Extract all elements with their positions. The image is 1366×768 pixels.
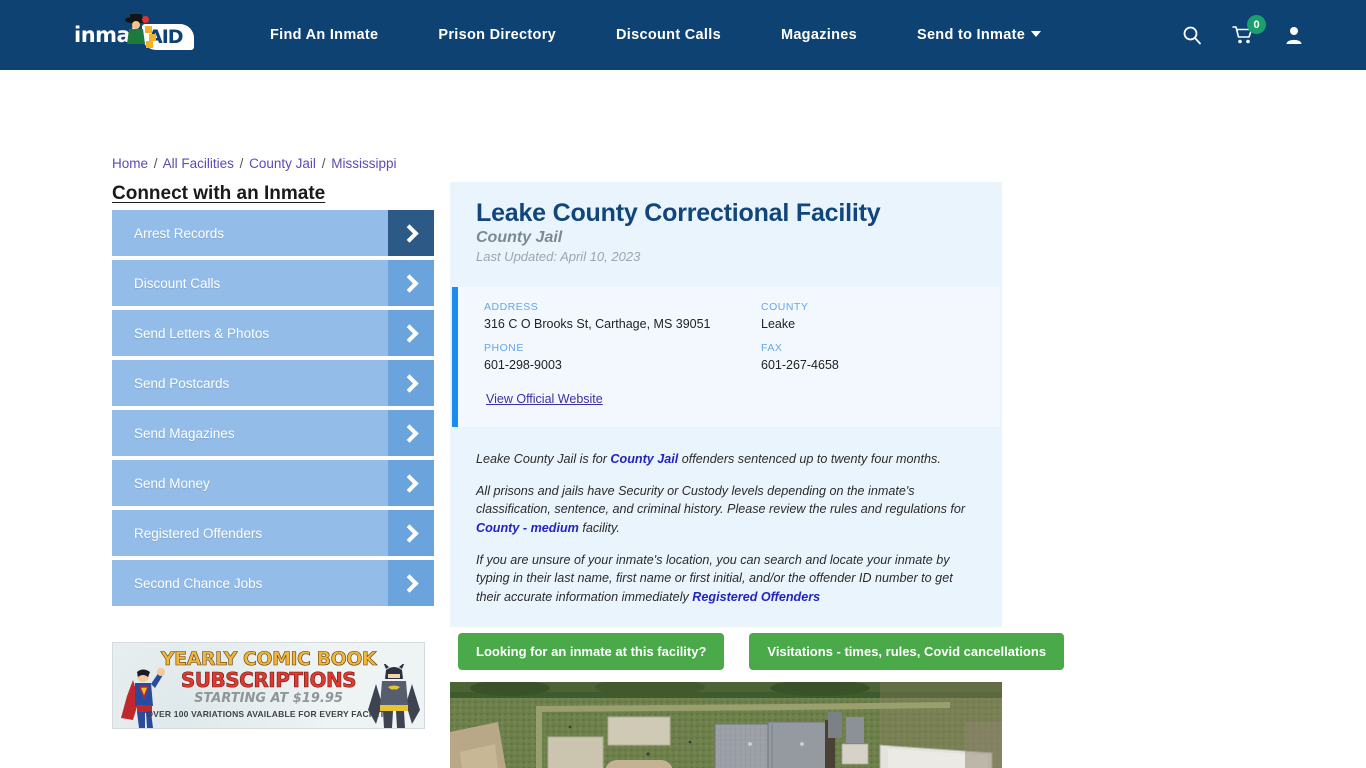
breadcrumb-item-county-jail[interactable]: County Jail: [249, 156, 316, 171]
sidebar-item-label: Discount Calls: [134, 275, 221, 291]
nav-item-send-to-inmate[interactable]: Send to Inmate: [887, 27, 1071, 43]
last-updated-text: Last Updated: April 10, 2023: [476, 249, 641, 264]
breadcrumb-separator: /: [239, 156, 244, 171]
phone-label: PHONE: [484, 342, 524, 354]
county-value: Leake: [761, 317, 796, 331]
breadcrumb-item-mississippi[interactable]: Mississippi: [331, 156, 396, 171]
fax-label: FAX: [761, 342, 783, 354]
nav-item-find-an-inmate[interactable]: Find An Inmate: [240, 27, 408, 43]
user-account-icon[interactable]: [1284, 25, 1304, 45]
comic-book-subscription-ad[interactable]: YEARLY COMIC BOOK SUBSCRIPTIONS STARTING…: [112, 642, 425, 729]
cta-button-row: Looking for an inmate at this facility? …: [458, 633, 1065, 670]
sidebar-item-second-chance-jobs[interactable]: Second Chance Jobs: [112, 560, 434, 606]
county-jail-link[interactable]: County Jail: [610, 452, 678, 466]
phone-value: 601-298-9003: [484, 358, 562, 372]
address-field: ADDRESS 316 C O Brooks St, Carthage, MS …: [484, 301, 711, 331]
facility-description: Leake County Jail is for County Jail off…: [476, 450, 976, 619]
sidebar-item-send-letters-photos[interactable]: Send Letters & Photos: [112, 310, 434, 356]
fax-field: FAX 601-267-4658: [761, 342, 839, 372]
facility-contact-block: ADDRESS 316 C O Brooks St, Carthage, MS …: [452, 287, 1000, 427]
find-inmate-button[interactable]: Looking for an inmate at this facility?: [458, 633, 725, 670]
p1-text-a: Leake County Jail is for: [476, 452, 611, 466]
nav-item-prison-directory[interactable]: Prison Directory: [408, 27, 586, 43]
cart-count-badge: 0: [1247, 15, 1266, 34]
county-medium-link[interactable]: County - medium: [476, 521, 579, 535]
nav-item-discount-calls[interactable]: Discount Calls: [586, 27, 751, 43]
sidebar-item-discount-calls[interactable]: Discount Calls: [112, 260, 434, 306]
facility-aerial-photo: [450, 682, 1002, 768]
sidebar-item-label: Registered Offenders: [134, 525, 263, 541]
nav-label: Prison Directory: [438, 27, 557, 43]
county-field: COUNTY Leake: [761, 301, 808, 331]
chevron-right-icon: [388, 360, 434, 406]
sidebar-item-registered-offenders[interactable]: Registered Offenders: [112, 510, 434, 556]
sidebar-item-label: Send Money: [134, 475, 210, 491]
address-label: ADDRESS: [484, 301, 539, 313]
mascot-figure-icon: [125, 14, 156, 48]
nav-item-magazines[interactable]: Magazines: [751, 27, 887, 43]
chevron-right-icon: [388, 560, 434, 606]
sidebar-item-send-magazines[interactable]: Send Magazines: [112, 410, 434, 456]
sidebar-item-label: Send Postcards: [134, 375, 230, 391]
breadcrumb-separator: /: [153, 156, 158, 171]
address-value: 316 C O Brooks St, Carthage, MS 39051: [484, 317, 711, 331]
chevron-right-icon: [388, 310, 434, 356]
site-logo[interactable]: inmate AID: [74, 14, 196, 56]
county-label: COUNTY: [761, 301, 809, 313]
chevron-right-icon: [388, 460, 434, 506]
fax-value: 601-267-4658: [761, 358, 839, 372]
facility-type: County Jail: [476, 229, 563, 246]
description-paragraph-1: Leake County Jail is for County Jail off…: [476, 450, 976, 469]
page-title: Leake County Correctional Facility: [476, 199, 881, 227]
sidebar-item-arrest-records[interactable]: Arrest Records: [112, 210, 434, 256]
chevron-right-icon: [388, 510, 434, 556]
search-icon[interactable]: [1182, 25, 1202, 45]
chevron-right-icon: [388, 210, 434, 256]
page-body: Home / All Facilities / County Jail / Mi…: [0, 70, 1366, 768]
p2-text-b: facility.: [578, 520, 620, 535]
visitations-button[interactable]: Visitations - times, rules, Covid cancel…: [749, 633, 1065, 670]
site-header: inmate AID Find An Inmate Prison Directo…: [0, 0, 1366, 70]
description-paragraph-3: If you are unsure of your inmate's locat…: [476, 551, 976, 607]
nav-label: Send to Inmate: [916, 27, 1026, 43]
sidebar-item-label: Send Magazines: [134, 425, 235, 441]
p2-text-a: All prisons and jails have Security or C…: [476, 483, 966, 517]
sidebar-item-label: Arrest Records: [134, 225, 225, 241]
chevron-right-icon: [388, 260, 434, 306]
breadcrumb-item-home[interactable]: Home: [112, 156, 148, 171]
breadcrumb: Home / All Facilities / County Jail / Mi…: [112, 156, 396, 171]
breadcrumb-item-all-facilities[interactable]: All Facilities: [163, 156, 234, 171]
nav-label: Discount Calls: [616, 27, 721, 43]
header-actions: 0: [1182, 0, 1304, 70]
nav-label: Magazines: [780, 27, 857, 43]
registered-offenders-link[interactable]: Registered Offenders: [692, 590, 820, 604]
sidebar-item-label: Send Letters & Photos: [134, 325, 270, 341]
sidebar-item-label: Second Chance Jobs: [134, 575, 263, 591]
sidebar-menu: Arrest Records Discount Calls Send Lette…: [112, 210, 434, 610]
phone-field: PHONE 601-298-9003: [484, 342, 562, 372]
sidebar-item-send-postcards[interactable]: Send Postcards: [112, 360, 434, 406]
view-official-website-link[interactable]: View Official Website: [486, 392, 603, 406]
nav-label: Find An Inmate: [270, 27, 379, 43]
description-paragraph-2: All prisons and jails have Security or C…: [476, 482, 976, 538]
batman-figure-icon: [368, 664, 420, 728]
chevron-down-icon: [1031, 31, 1042, 37]
shopping-cart-icon[interactable]: 0: [1232, 15, 1266, 45]
breadcrumb-separator: /: [321, 156, 326, 171]
main-navigation: Find An Inmate Prison Directory Discount…: [240, 0, 1071, 70]
facility-info-panel: Leake County Correctional Facility Count…: [450, 182, 1002, 627]
sidebar-item-send-money[interactable]: Send Money: [112, 460, 434, 506]
chevron-right-icon: [388, 410, 434, 456]
p1-text-b: offenders sentenced up to twenty four mo…: [678, 452, 941, 466]
sidebar-heading: Connect with an Inmate: [112, 183, 326, 204]
